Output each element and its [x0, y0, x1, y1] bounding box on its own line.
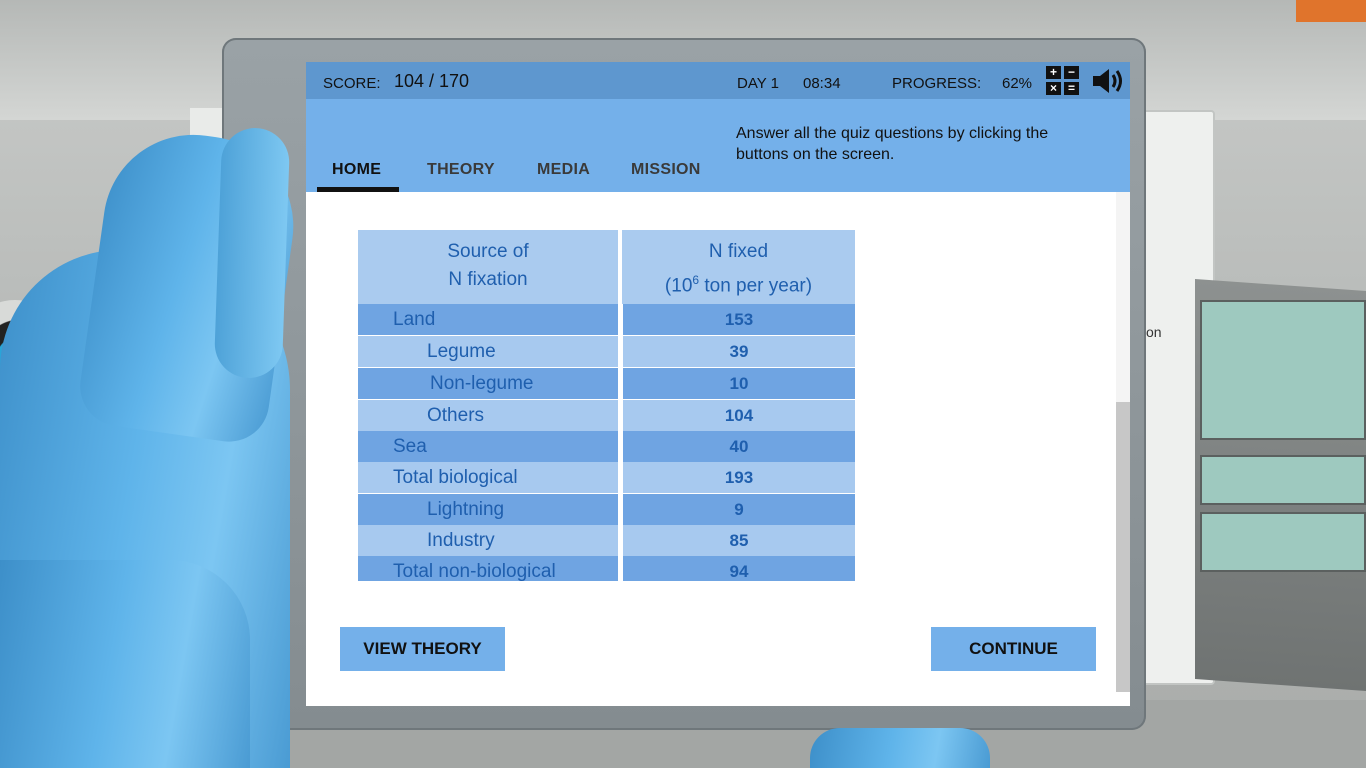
lab-machine-window — [1200, 300, 1366, 440]
status-bar: SCORE: 104 / 170 DAY 1 08:34 PROGRESS: 6… — [306, 62, 1130, 99]
table-row: Sea 40 — [358, 431, 855, 462]
column-divider — [618, 304, 622, 581]
table-header-source: Source of N fixation — [358, 230, 618, 304]
row-value: 39 — [623, 336, 855, 367]
lab-machine-window — [1200, 455, 1366, 505]
row-label: Total non-biological — [358, 556, 618, 581]
table-row: Non-legume 10 — [358, 368, 855, 399]
tab-theory[interactable]: THEORY — [427, 161, 495, 179]
row-label: Non-legume — [358, 368, 618, 399]
table-row: Legume 39 — [358, 336, 855, 367]
row-value: 104 — [623, 400, 855, 431]
clock-time: 08:34 — [803, 75, 841, 92]
speaker-icon[interactable] — [1090, 66, 1126, 96]
instruction-text: Answer all the quiz questions by clickin… — [736, 125, 1049, 163]
calculator-key: × — [1046, 82, 1061, 95]
row-value: 193 — [623, 462, 855, 493]
table-row: Industry 85 — [358, 525, 855, 556]
orange-trim — [1296, 0, 1366, 22]
lab-board-text: on — [1146, 324, 1162, 340]
table-row: Total non-biological 94 — [358, 556, 855, 581]
row-value: 85 — [623, 525, 855, 556]
header-text: N fixed — [708, 241, 769, 262]
row-value: 9 — [623, 494, 855, 525]
score-label: SCORE: — [323, 75, 381, 92]
calculator-key: = — [1064, 82, 1079, 95]
table-row: Lightning 9 — [358, 494, 855, 525]
header-text: ton per year) — [699, 275, 813, 297]
progress-value: 62% — [1002, 75, 1033, 92]
nitrogen-fixation-table: Source of N fixation N fixed (106 ton pe… — [358, 230, 855, 581]
tablet-screen: SCORE: 104 / 170 DAY 1 08:34 PROGRESS: 6… — [306, 62, 1130, 706]
view-theory-button[interactable]: VIEW THEORY — [340, 627, 505, 671]
table-header-nfixed: N fixed (106 ton per year) — [622, 230, 855, 304]
row-label: Total biological — [358, 462, 618, 493]
calculator-key: + — [1046, 66, 1061, 79]
row-label: Land — [358, 304, 618, 335]
day-label: DAY 1 — [737, 75, 779, 92]
row-value: 153 — [623, 304, 855, 335]
row-value: 94 — [623, 556, 855, 581]
left-glove-thumb — [213, 126, 291, 380]
table-row: Others 104 — [358, 400, 855, 431]
header-text: (106 ton per year) — [622, 266, 855, 300]
row-label: Lightning — [358, 494, 618, 525]
row-label: Legume — [358, 336, 618, 367]
tab-home[interactable]: HOME — [332, 161, 381, 179]
progress-label: PROGRESS: — [892, 75, 982, 92]
active-tab-indicator — [317, 187, 399, 192]
lab-machine-window — [1200, 512, 1366, 572]
row-label: Others — [358, 400, 618, 431]
scrollbar-thumb[interactable] — [1116, 402, 1130, 692]
calculator-key: − — [1064, 66, 1079, 79]
continue-button[interactable]: CONTINUE — [931, 627, 1096, 671]
tab-media[interactable]: MEDIA — [537, 161, 590, 179]
row-value: 10 — [623, 368, 855, 399]
header-text: N fixation — [448, 269, 528, 290]
row-label: Industry — [358, 525, 618, 556]
table-row: Total biological 193 — [358, 462, 855, 493]
score-value: 104 / 170 — [394, 71, 470, 91]
tab-mission[interactable]: MISSION — [631, 161, 701, 179]
right-glove-hand — [810, 728, 990, 768]
header-text: (10 — [664, 275, 693, 297]
left-glove-arm — [0, 560, 250, 768]
header-text: Source of — [447, 241, 529, 262]
table-row: Land 153 — [358, 304, 855, 335]
row-label: Sea — [358, 431, 618, 462]
row-value: 40 — [623, 431, 855, 462]
calculator-icon[interactable]: + − × = — [1046, 66, 1080, 96]
